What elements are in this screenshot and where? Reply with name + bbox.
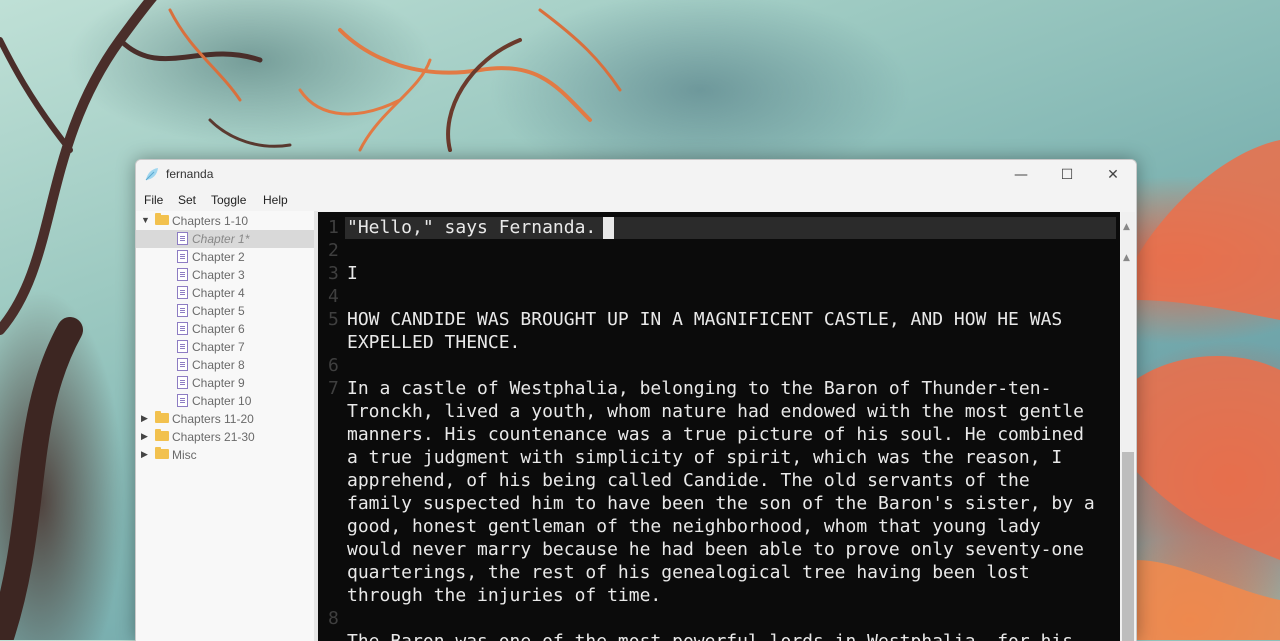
chevron-down-icon[interactable]: ▼ bbox=[141, 215, 150, 225]
folder-icon bbox=[155, 447, 169, 459]
tree-folder[interactable]: ▶ Misc bbox=[136, 446, 314, 464]
folder-icon bbox=[155, 429, 169, 441]
document-icon bbox=[177, 232, 188, 245]
text-line: In a castle of Westphalia, belonging to … bbox=[347, 378, 1052, 399]
chevron-right-icon[interactable]: ▶ bbox=[141, 413, 148, 424]
line-number: 1 bbox=[328, 217, 339, 238]
folder-icon bbox=[155, 213, 169, 225]
text-line: good, honest gentleman of the neighborho… bbox=[347, 516, 1041, 537]
tree-file-label: Chapter 1* bbox=[192, 232, 250, 246]
text-line: HOW CANDIDE WAS BROUGHT UP IN A MAGNIFIC… bbox=[347, 309, 1063, 330]
line-number: 4 bbox=[328, 286, 339, 307]
document-icon bbox=[177, 268, 188, 281]
tree-file-label: Chapter 5 bbox=[192, 304, 245, 318]
tree-file-label: Chapter 3 bbox=[192, 268, 245, 282]
tree-file[interactable]: Chapter 3 bbox=[136, 266, 314, 284]
text-cursor bbox=[603, 217, 614, 239]
document-icon bbox=[177, 322, 188, 335]
tree-file-label: Chapter 7 bbox=[192, 340, 245, 354]
tree-folder-label: Misc bbox=[172, 448, 197, 462]
document-icon bbox=[177, 286, 188, 299]
text-line: a true judgment with simplicity of spiri… bbox=[347, 447, 1063, 468]
text-line: I bbox=[347, 263, 358, 284]
vertical-scrollbar[interactable]: ▲ ▲ bbox=[1121, 212, 1135, 641]
document-icon bbox=[177, 340, 188, 353]
app-window: fernanda — ☐ ✕ File Set Toggle Help ▼ Ch… bbox=[135, 159, 1137, 641]
tree-file-label: Chapter 9 bbox=[192, 376, 245, 390]
tree-file-label: Chapter 4 bbox=[192, 286, 245, 300]
tree-file[interactable]: Chapter 9 bbox=[136, 374, 314, 392]
document-icon bbox=[177, 394, 188, 407]
close-button[interactable]: ✕ bbox=[1090, 160, 1136, 189]
document-icon bbox=[177, 376, 188, 389]
tree-file[interactable]: Chapter 10 bbox=[136, 392, 314, 410]
menu-toggle[interactable]: Toggle bbox=[211, 193, 246, 207]
tree-file-label: Chapter 10 bbox=[192, 394, 252, 408]
tree-file-label: Chapter 6 bbox=[192, 322, 245, 336]
document-icon bbox=[177, 358, 188, 371]
chevron-right-icon[interactable]: ▶ bbox=[141, 431, 148, 442]
text-line: would never marry because he had been ab… bbox=[347, 539, 1084, 560]
tree-file-label: Chapter 2 bbox=[192, 250, 245, 264]
text-line: quarterings, the rest of his genealogica… bbox=[347, 562, 1030, 583]
tree-folder[interactable]: ▶ Chapters 21-30 bbox=[136, 428, 314, 446]
tree-folder[interactable]: ▶ Chapters 11-20 bbox=[136, 410, 314, 428]
minimize-button[interactable]: — bbox=[998, 160, 1044, 189]
line-number: 6 bbox=[328, 355, 339, 376]
text-editor[interactable]: 1 2 3 4 5 6 7 8 "Hello," says Fernanda. … bbox=[318, 212, 1120, 641]
feather-icon bbox=[145, 168, 158, 181]
text-line: Tronckh, lived a youth, whom nature had … bbox=[347, 401, 1084, 422]
file-tree: ▼ Chapters 1-10 Chapter 1* Chapter 2 Cha… bbox=[136, 211, 314, 641]
text-line: through the injuries of time. bbox=[347, 585, 662, 606]
line-number: 7 bbox=[328, 378, 339, 399]
menu-bar: File Set Toggle Help bbox=[136, 189, 1136, 211]
text-line: apprehend, of his being called Candide. … bbox=[347, 470, 1030, 491]
scrollbar-thumb[interactable] bbox=[1122, 452, 1134, 641]
document-icon bbox=[177, 250, 188, 263]
text-line: "Hello," says Fernanda. bbox=[347, 217, 597, 238]
tree-file[interactable]: Chapter 8 bbox=[136, 356, 314, 374]
tree-folder-label: Chapters 1-10 bbox=[172, 214, 249, 228]
tree-file[interactable]: Chapter 5 bbox=[136, 302, 314, 320]
line-number: 3 bbox=[328, 263, 339, 284]
line-number: 5 bbox=[328, 309, 339, 330]
document-icon bbox=[177, 304, 188, 317]
tree-file-label: Chapter 8 bbox=[192, 358, 245, 372]
chevron-right-icon[interactable]: ▶ bbox=[141, 449, 148, 460]
menu-file[interactable]: File bbox=[144, 193, 163, 207]
folder-icon bbox=[155, 411, 169, 423]
scroll-up-arrow-icon[interactable]: ▲ bbox=[1123, 222, 1130, 232]
tree-file[interactable]: Chapter 4 bbox=[136, 284, 314, 302]
line-number: 2 bbox=[328, 240, 339, 261]
menu-help[interactable]: Help bbox=[263, 193, 288, 207]
text-line: family suspected him to have been the so… bbox=[347, 493, 1095, 514]
tree-file[interactable]: Chapter 7 bbox=[136, 338, 314, 356]
tree-file[interactable]: Chapter 1* bbox=[136, 230, 314, 248]
scroll-page-up-arrow-icon[interactable]: ▲ bbox=[1123, 253, 1130, 263]
text-line: EXPELLED THENCE. bbox=[347, 332, 521, 353]
maximize-button[interactable]: ☐ bbox=[1044, 160, 1090, 189]
line-number: 8 bbox=[328, 608, 339, 629]
tree-file[interactable]: Chapter 6 bbox=[136, 320, 314, 338]
text-line: manners. His countenance was a true pict… bbox=[347, 424, 1084, 445]
window-title: fernanda bbox=[166, 167, 214, 181]
tree-file[interactable]: Chapter 2 bbox=[136, 248, 314, 266]
tree-folder[interactable]: ▼ Chapters 1-10 bbox=[136, 212, 314, 230]
menu-set[interactable]: Set bbox=[178, 193, 196, 207]
tree-folder-label: Chapters 21-30 bbox=[172, 430, 255, 444]
title-bar[interactable]: fernanda — ☐ ✕ bbox=[136, 160, 1136, 189]
tree-folder-label: Chapters 11-20 bbox=[172, 412, 254, 426]
